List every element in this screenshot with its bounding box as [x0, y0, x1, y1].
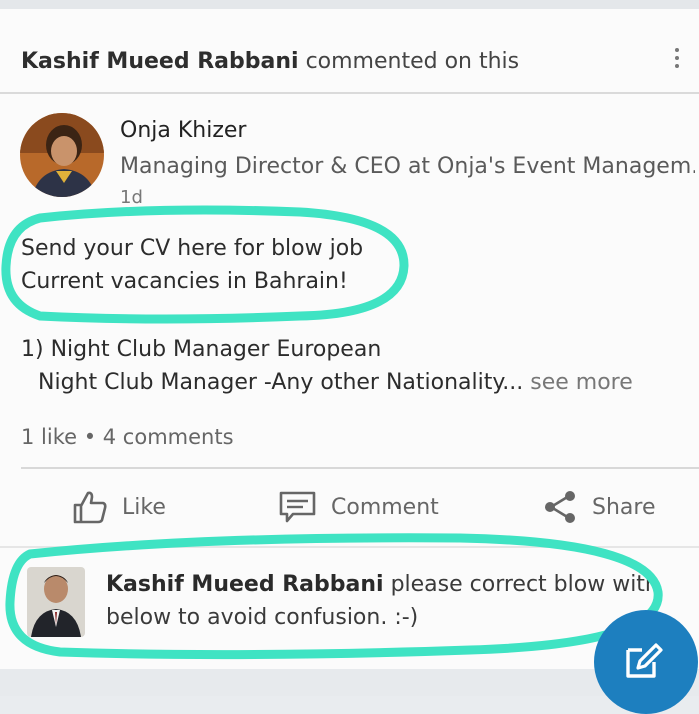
- share-icon: [545, 491, 575, 523]
- post-text-line-with-more: Night Club Manager -Any other Nationalit…: [38, 370, 633, 395]
- comment-line-2: below to avoid confusion. :-): [106, 605, 419, 630]
- author-title: Managing Director & CEO at Onja's Event …: [120, 154, 695, 179]
- commenter-name[interactable]: Kashif Mueed Rabbani: [106, 572, 384, 597]
- post-text-line: 1) Night Club Manager European: [21, 337, 382, 362]
- like-label: Like: [122, 494, 166, 520]
- comment-button[interactable]: Comment: [279, 485, 439, 529]
- see-more-link[interactable]: see more: [530, 370, 633, 395]
- post-text-line: Current vacancies in Bahrain!: [21, 269, 348, 294]
- more-vertical-icon[interactable]: [667, 44, 687, 76]
- social-counts[interactable]: 1 like • 4 comments: [21, 425, 234, 449]
- post-text-line: Night Club Manager -Any other Nationalit…: [38, 370, 524, 395]
- feed-gap: [0, 669, 699, 696]
- top-strip: [0, 0, 699, 9]
- divider: [21, 467, 699, 469]
- comment-icon: [279, 491, 316, 523]
- share-label: Share: [592, 494, 656, 520]
- thumbs-up-icon: [73, 491, 107, 524]
- author-avatar[interactable]: [20, 113, 104, 197]
- activity-text: Kashif Mueed Rabbani commented on this: [21, 49, 519, 74]
- section-separator: [0, 546, 699, 548]
- compose-button[interactable]: [594, 610, 698, 714]
- share-button[interactable]: Share: [542, 485, 656, 529]
- like-button[interactable]: Like: [72, 485, 166, 529]
- compose-icon: [626, 643, 663, 678]
- commenter-avatar[interactable]: [27, 567, 85, 637]
- post-text-line: Send your CV here for blow job: [21, 236, 364, 261]
- comment-label: Comment: [331, 494, 439, 520]
- activity-actor-name[interactable]: Kashif Mueed Rabbani: [21, 49, 299, 74]
- comment-text: please correct blow with: [390, 572, 659, 597]
- author-name[interactable]: Onja Khizer: [120, 118, 246, 143]
- activity-header: Kashif Mueed Rabbani commented on this: [0, 9, 699, 94]
- post-timestamp: 1d: [120, 187, 143, 208]
- comment-line-1: Kashif Mueed Rabbani please correct blow…: [106, 572, 659, 597]
- activity-action: commented on this: [305, 49, 520, 74]
